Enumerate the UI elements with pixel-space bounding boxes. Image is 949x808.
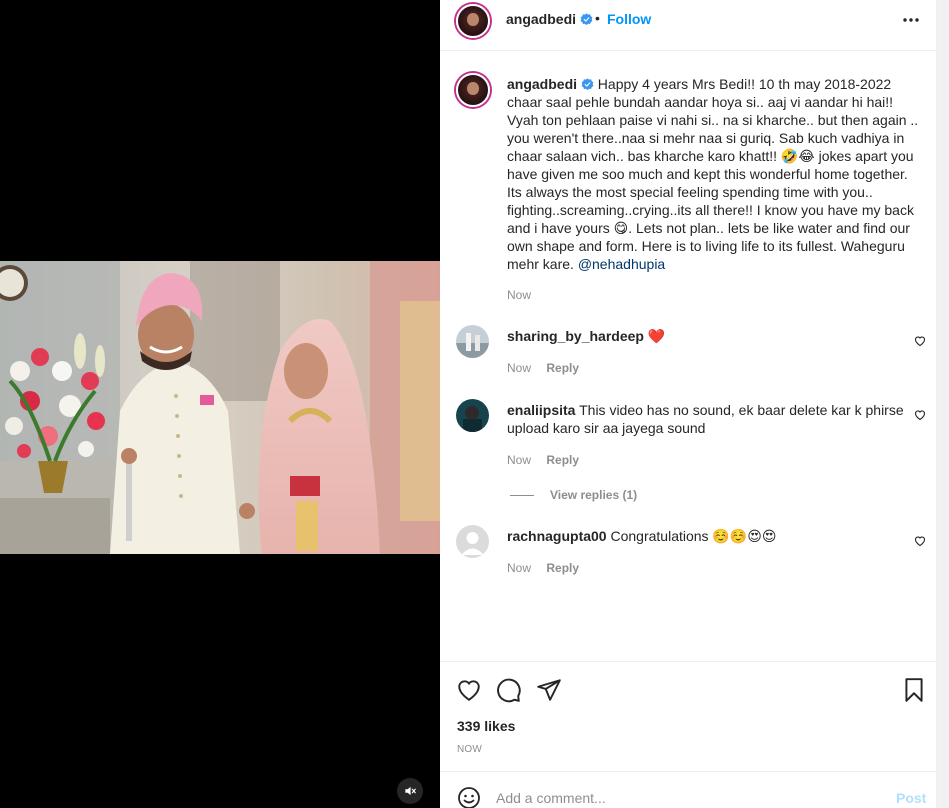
caption-username[interactable]: angadbedi [507,76,577,92]
scrollbar[interactable] [937,0,949,808]
comment-meta: Now Reply [507,453,579,467]
comment-text: sharing_by_hardeep ❤️ [507,327,907,345]
caption-timestamp: Now [507,288,532,302]
heart-icon[interactable] [914,335,926,347]
view-replies-label[interactable]: View replies (1) [550,488,637,502]
header-username[interactable]: angadbedi [506,11,593,27]
comment-timestamp: Now [507,561,532,575]
reply-button[interactable]: Reply [546,453,579,467]
heart-icon[interactable] [914,535,926,547]
comment-timestamp: Now [507,453,532,467]
comment-input[interactable] [496,786,876,808]
post-actions: 339 likes NOW [440,661,937,771]
more-options-icon[interactable] [901,12,921,28]
view-replies-button[interactable]: View replies (1) [510,488,637,502]
wedding-photo [0,261,440,554]
comment-icon[interactable] [496,677,522,703]
reply-button[interactable]: Reply [546,361,579,375]
comment-text: rachnagupta00 Congratulations ☺️☺️😍😍 [507,527,907,545]
avatar[interactable] [456,73,490,107]
likes-count[interactable]: 339 likes [457,718,515,734]
username-text[interactable]: angadbedi [506,11,576,27]
add-comment-bar: Post [440,771,937,808]
follow-button[interactable]: Follow [607,11,651,27]
avatar[interactable] [456,4,490,38]
heart-icon[interactable] [914,409,926,421]
caption-mention[interactable]: @nehadhupia [578,256,665,272]
avatar[interactable] [456,399,489,432]
view-replies-line [510,495,534,497]
post-header: angadbedi • Follow [440,0,937,51]
comment-username[interactable]: enaliipsita [507,402,575,418]
share-icon[interactable] [536,677,562,703]
comment-meta: Now Reply [507,561,579,575]
post-media[interactable] [0,0,440,808]
post-comment-button[interactable]: Post [896,790,926,806]
comment-username[interactable]: rachnagupta00 [507,528,607,544]
comment-body: Congratulations ☺️☺️😍😍 [610,528,777,544]
comment-meta: Now Reply [507,361,579,375]
comments-section[interactable]: angadbedi Happy 4 years Mrs Bedi!! 10 th… [440,51,937,661]
emoji-icon[interactable] [457,786,481,808]
bookmark-icon[interactable] [901,677,927,703]
avatar[interactable] [456,525,489,558]
avatar[interactable] [456,325,489,358]
post-caption: angadbedi Happy 4 years Mrs Bedi!! 10 th… [507,75,923,273]
muted-speaker-icon [405,786,416,796]
mute-button[interactable] [397,778,423,804]
reply-button[interactable]: Reply [546,561,579,575]
verified-badge-icon [580,13,593,26]
comment-body: ❤️ [647,328,666,344]
comment-text: enaliipsita This video has no sound, ek … [507,401,907,437]
comment-username[interactable]: sharing_by_hardeep [507,328,644,344]
separator-dot: • [595,10,600,26]
caption-text: Happy 4 years Mrs Bedi!! 10 th may 2018-… [507,76,919,272]
post-panel: angadbedi • Follow angadbedi Happy 4 yea… [440,0,937,808]
heart-icon[interactable] [456,677,482,703]
comment-timestamp: Now [507,361,532,375]
post-timestamp: NOW [457,744,483,755]
verified-badge-icon [581,78,594,91]
